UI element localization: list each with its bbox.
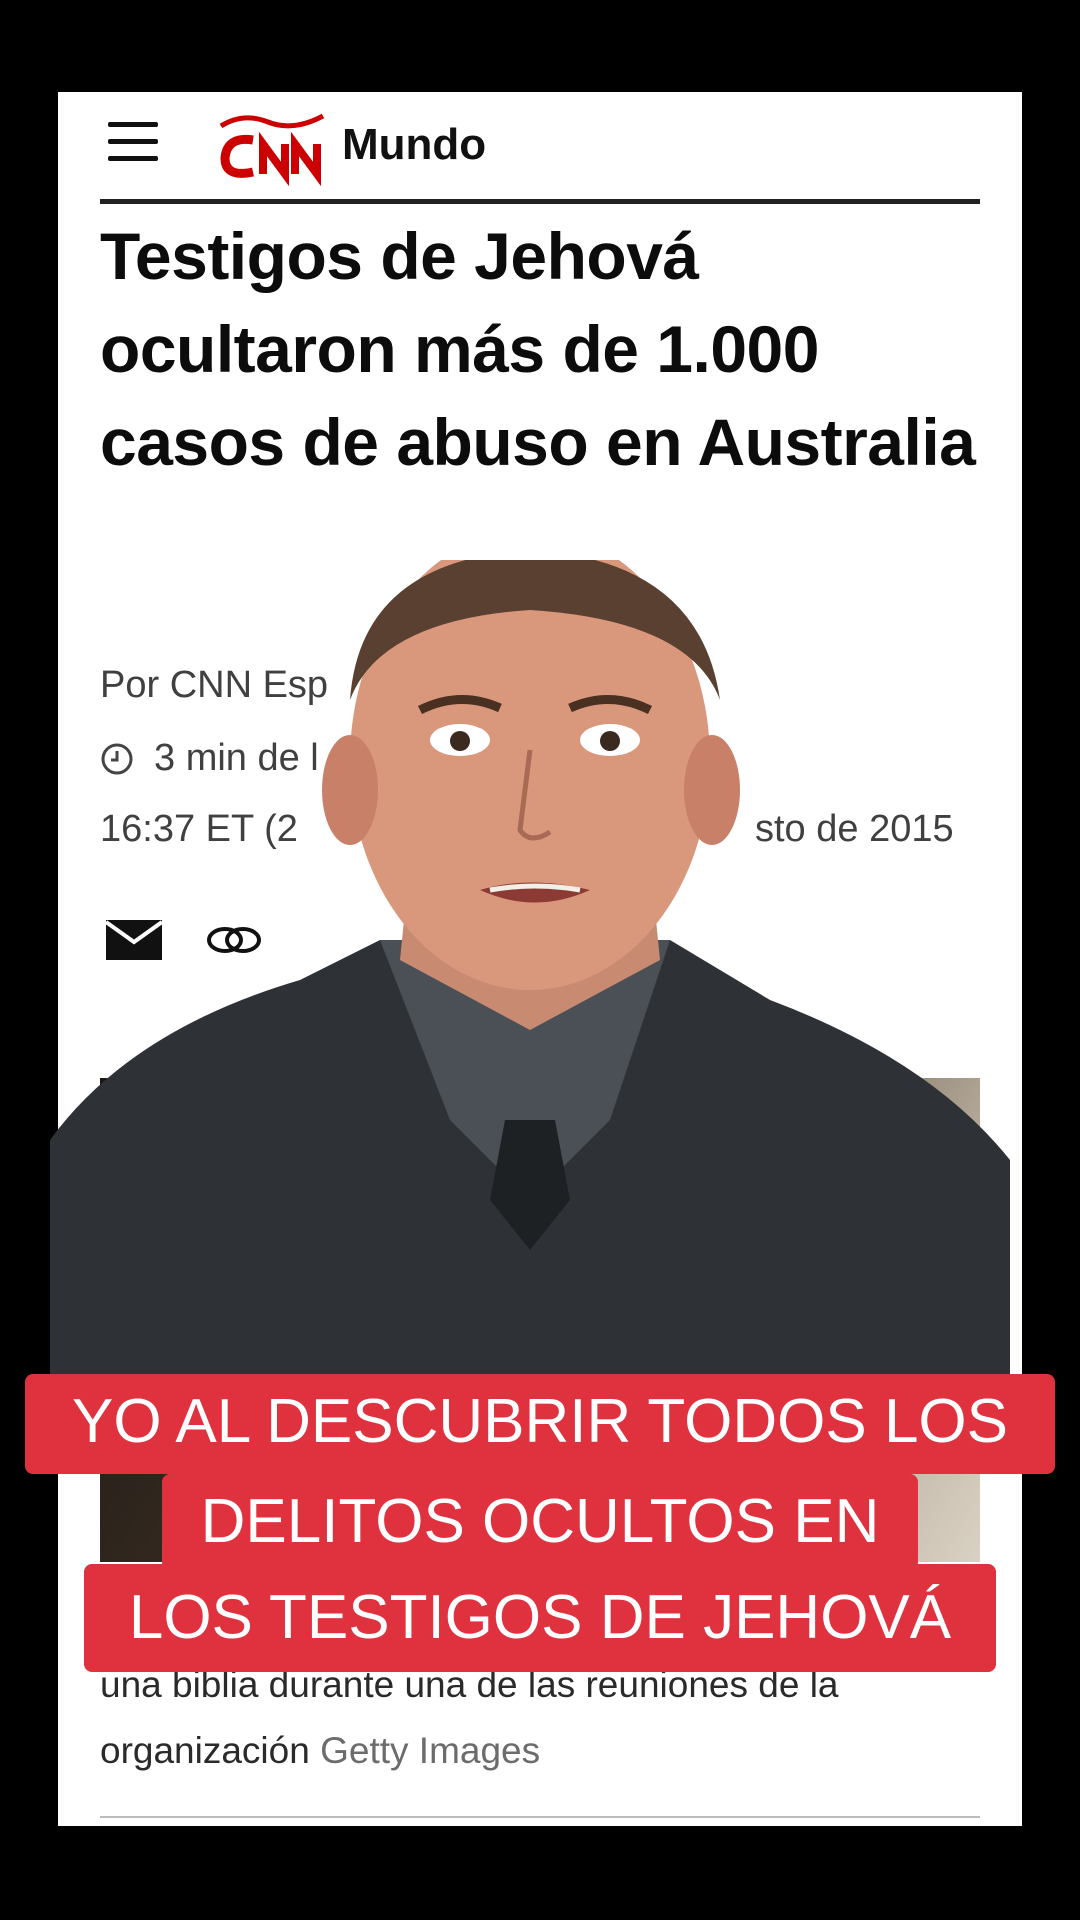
caption-credit: Getty Images xyxy=(320,1730,541,1771)
overlay-caption-line-2: DELITOS OCULTOS EN xyxy=(162,1474,918,1570)
bottom-rule xyxy=(100,1816,980,1818)
overlay-caption-line-1: YO AL DESCUBRIR TODOS LOS xyxy=(25,1374,1055,1474)
overlay-caption-line-3: LOS TESTIGOS DE JEHOVÁ xyxy=(84,1564,996,1672)
person-cutout-image xyxy=(50,560,1010,1380)
header-rule xyxy=(100,199,980,204)
top-bar: Mundo xyxy=(58,92,1022,202)
headline: Testigos de Jehová ocultaron más de 1.00… xyxy=(100,219,976,479)
section-title[interactable]: Mundo xyxy=(342,120,486,170)
cnn-logo[interactable] xyxy=(213,106,333,186)
menu-icon[interactable] xyxy=(108,122,158,162)
